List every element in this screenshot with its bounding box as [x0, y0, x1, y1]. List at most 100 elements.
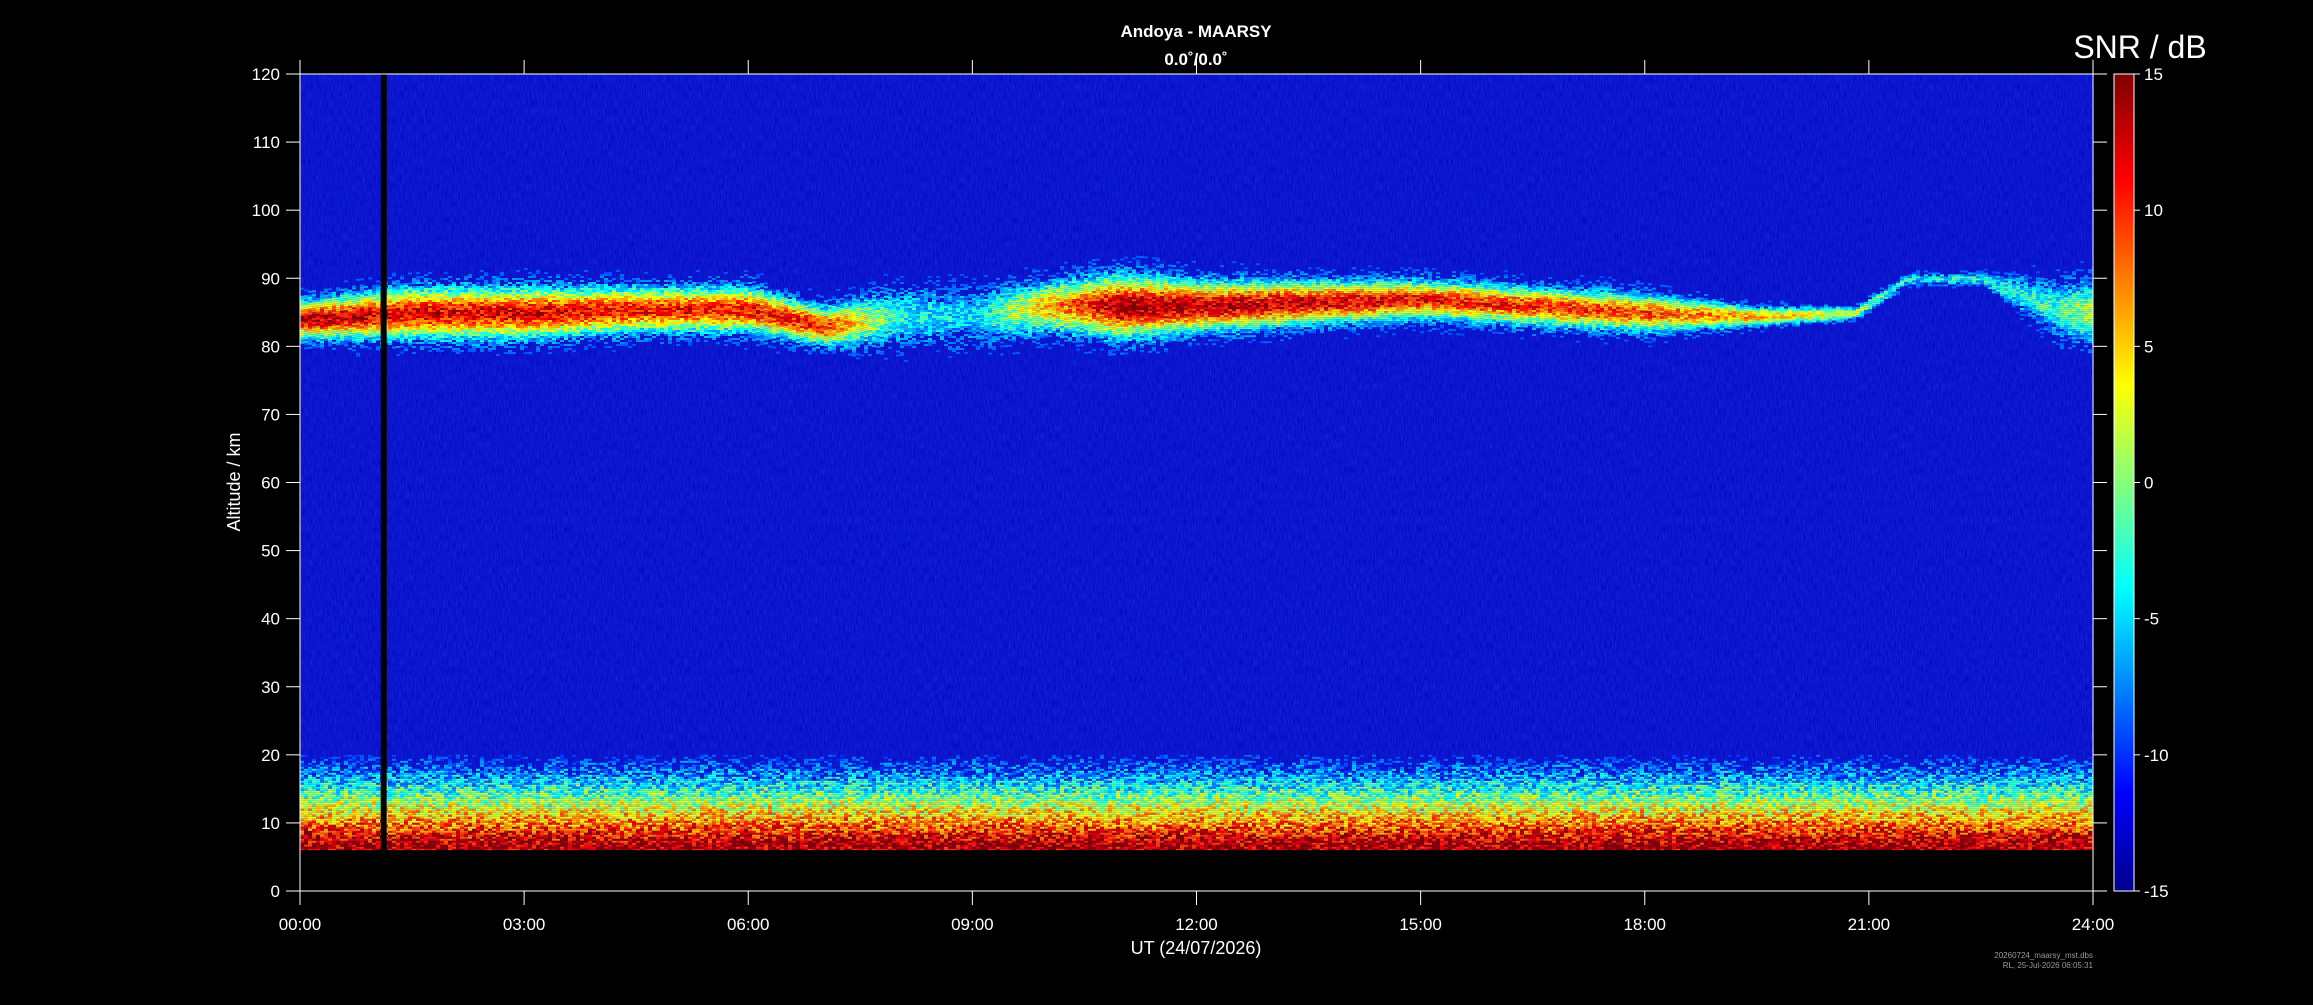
heatmap-cell: [416, 310, 420, 312]
heatmap-cell: [396, 314, 400, 316]
heatmap-cell: [640, 294, 644, 296]
heatmap-cell: [408, 324, 412, 327]
heatmap-cell: [708, 306, 712, 308]
heatmap-cell: [780, 336, 784, 339]
heatmap-cell: [508, 322, 512, 324]
heatmap-cell: [656, 300, 660, 302]
heatmap-cell: [360, 324, 364, 327]
heatmap-cell: [648, 310, 652, 312]
heatmap-cell: [864, 335, 868, 338]
heatmap-cell: [584, 318, 588, 320]
heatmap-cell: [508, 294, 512, 296]
heatmap-cell: [440, 304, 444, 306]
heatmap-cell: [892, 297, 896, 300]
heatmap-cell: [852, 312, 856, 315]
heatmap-cell: [844, 334, 848, 337]
heatmap-cell: [768, 301, 772, 304]
heatmap-cell: [564, 320, 568, 322]
heatmap-cell: [760, 307, 764, 310]
heatmap-cell: [868, 282, 872, 285]
heatmap-cell: [536, 306, 540, 308]
heatmap-cell: [592, 346, 596, 348]
heatmap-cell: [500, 296, 504, 298]
heatmap-cell: [652, 284, 656, 286]
heatmap-cell: [912, 310, 916, 312]
heatmap-cell: [952, 326, 956, 328]
heatmap-cell: [616, 288, 620, 290]
heatmap-cell: [652, 290, 656, 292]
heatmap-cell: [948, 328, 952, 330]
heatmap-cell: [588, 288, 592, 290]
heatmap-cell: [628, 340, 632, 342]
heatmap-cell: [452, 322, 456, 324]
heatmap-cell: [836, 338, 840, 341]
heatmap-cell: [336, 329, 340, 332]
heatmap-cell: [728, 324, 732, 326]
heatmap-cell: [812, 331, 816, 334]
heatmap-cell: [676, 286, 680, 288]
heatmap-cell: [432, 302, 436, 304]
heatmap-cell: [396, 294, 400, 296]
heatmap-cell: [644, 314, 648, 316]
heatmap-cell: [540, 324, 544, 326]
heatmap-cell: [692, 290, 696, 292]
heatmap-cell: [640, 290, 644, 292]
heatmap-cell: [512, 302, 516, 304]
heatmap-cell: [716, 288, 720, 290]
heatmap-cell: [724, 298, 728, 300]
heatmap-cell: [768, 321, 772, 324]
heatmap-cell: [560, 330, 564, 332]
heatmap-cell: [456, 324, 460, 326]
heatmap-cell: [564, 336, 568, 338]
heatmap-cell: [664, 316, 668, 318]
heatmap-cell: [952, 296, 956, 298]
heatmap-cell: [680, 318, 684, 320]
heatmap-cell: [888, 346, 892, 349]
heatmap-cell: [732, 322, 736, 324]
heatmap-cell: [748, 312, 752, 314]
heatmap-cell: [672, 278, 676, 280]
heatmap-cell: [816, 346, 820, 349]
heatmap-cell: [836, 308, 840, 311]
heatmap-cell: [656, 328, 660, 330]
heatmap-cell: [408, 322, 412, 325]
heatmap-cell: [388, 315, 392, 317]
heatmap-cell: [752, 321, 756, 324]
heatmap-cell: [424, 306, 428, 308]
heatmap-cell: [716, 276, 720, 278]
heatmap-cell: [432, 342, 436, 344]
heatmap-cell: [956, 300, 960, 302]
heatmap-cell: [428, 302, 432, 304]
heatmap-cell: [400, 341, 404, 344]
heatmap-cell: [648, 328, 652, 330]
heatmap-cell: [460, 294, 464, 296]
heatmap-cell: [488, 302, 492, 304]
heatmap-cell: [716, 332, 720, 334]
heatmap-cell: [880, 328, 884, 331]
heatmap-cell: [636, 328, 640, 330]
heatmap-cell: [756, 326, 760, 329]
heatmap-cell: [936, 304, 940, 306]
heatmap-cell: [716, 302, 720, 304]
heatmap-cell: [756, 288, 760, 291]
heatmap-cell: [820, 325, 824, 328]
heatmap-cell: [324, 288, 328, 291]
heatmap-cell: [836, 344, 840, 347]
heatmap-cell: [464, 294, 468, 296]
heatmap-cell: [736, 282, 740, 284]
heatmap-cell: [580, 286, 584, 288]
heatmap-cell: [312, 326, 316, 329]
heatmap-cell: [576, 324, 580, 326]
heatmap-cell: [908, 296, 912, 298]
heatmap-cell: [948, 336, 952, 338]
heatmap-cell: [336, 319, 340, 322]
heatmap-cell: [412, 308, 416, 310]
heatmap-cell: [976, 305, 980, 308]
heatmap-cell: [976, 311, 980, 314]
heatmap-cell: [604, 330, 608, 332]
heatmap-cell: [496, 296, 500, 298]
heatmap-cell: [328, 344, 332, 347]
heatmap-cell: [476, 326, 480, 328]
heatmap-cell: [892, 303, 896, 306]
heatmap-cell: [956, 330, 960, 332]
